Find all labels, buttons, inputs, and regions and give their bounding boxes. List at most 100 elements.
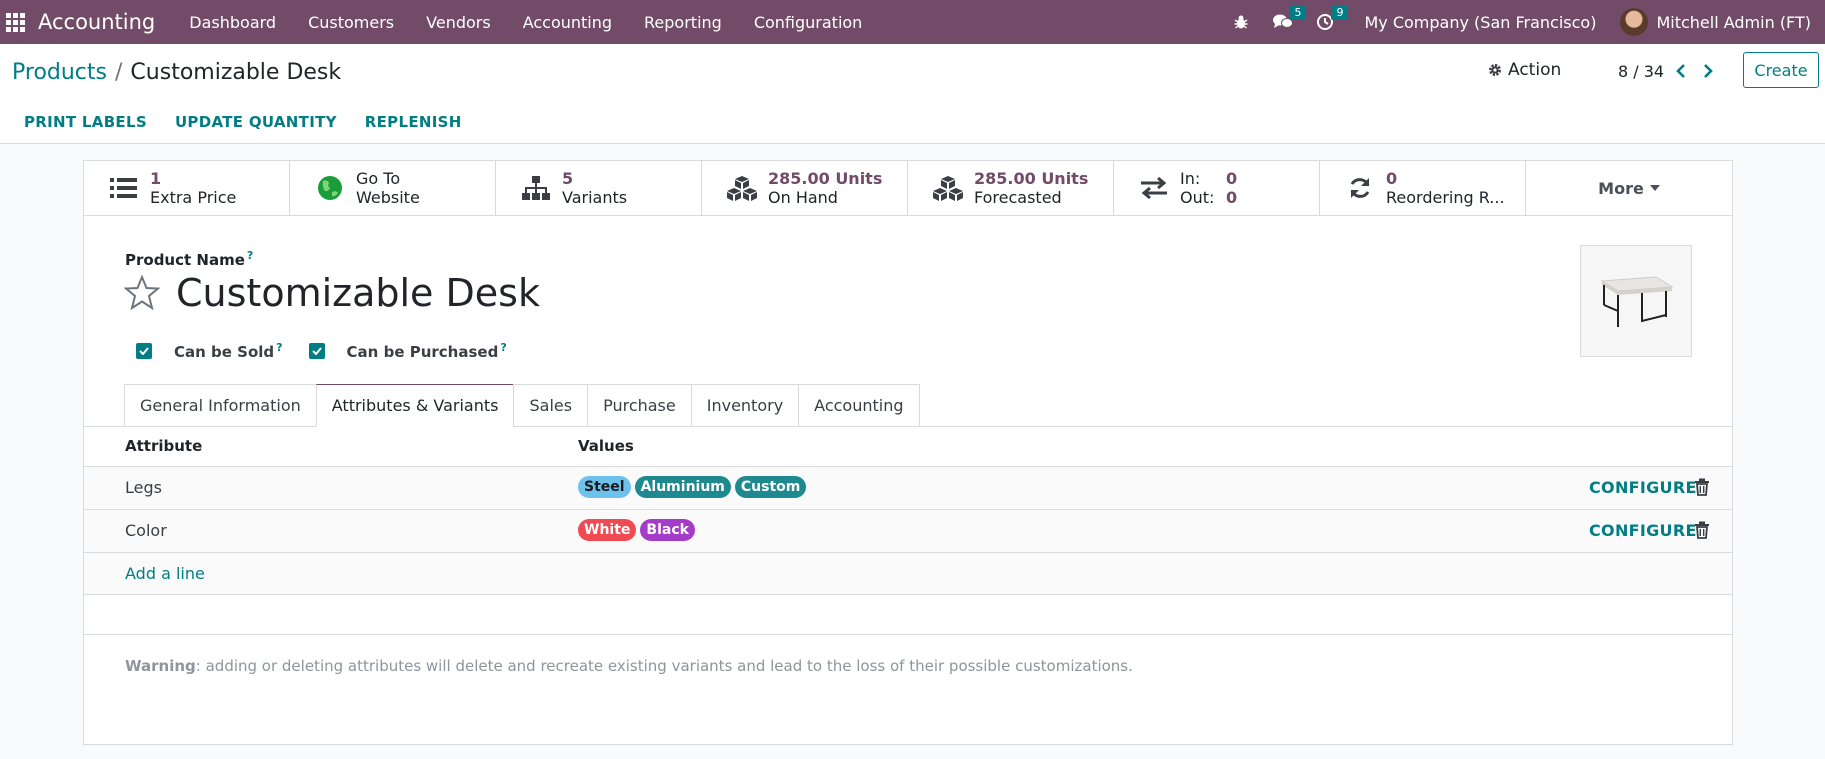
messages-badge: 5 bbox=[1289, 5, 1307, 20]
user-avatar[interactable] bbox=[1620, 8, 1649, 36]
desk-image-icon bbox=[1600, 276, 1674, 327]
favorite-star-icon[interactable] bbox=[124, 275, 160, 311]
record-toolbar: PRINT LABELS UPDATE QUANTITY REPLENISH bbox=[0, 100, 476, 144]
column-values[interactable]: Values bbox=[578, 437, 634, 455]
update-quantity-button[interactable]: UPDATE QUANTITY bbox=[161, 113, 351, 131]
app-brand[interactable]: Accounting bbox=[38, 10, 155, 34]
form-sheet: 1 Extra Price Go To Website 5 Variants 2… bbox=[83, 160, 1733, 745]
website-line2: Website bbox=[356, 188, 420, 207]
pager-previous-button[interactable] bbox=[1671, 60, 1691, 82]
extra-price-button[interactable]: 1 Extra Price bbox=[84, 161, 290, 215]
in-value: 0 bbox=[1226, 169, 1238, 188]
activities-badge: 9 bbox=[1331, 5, 1349, 20]
in-out-button[interactable]: In: 0 Out: 0 bbox=[1114, 161, 1320, 215]
can-be-purchased-checkbox[interactable] bbox=[308, 343, 325, 359]
can-be-sold-checkbox[interactable] bbox=[136, 343, 152, 359]
print-labels-button[interactable]: PRINT LABELS bbox=[10, 113, 161, 131]
can-be-sold-text: Can be Sold bbox=[174, 343, 275, 361]
notebook-tabs: General Information Attributes & Variant… bbox=[124, 384, 920, 427]
attribute-values: White Black bbox=[578, 519, 695, 541]
menu-dashboard[interactable]: Dashboard bbox=[173, 0, 292, 44]
trash-icon[interactable] bbox=[1694, 478, 1710, 496]
product-name-input[interactable]: Customizable Desk bbox=[176, 271, 540, 315]
chevron-left-icon bbox=[1676, 64, 1685, 78]
can-be-sold-label: Can be Sold? bbox=[174, 341, 283, 361]
variants-warning: Warning: adding or deleting attributes w… bbox=[125, 657, 1133, 675]
activities-clock-icon[interactable]: 9 bbox=[1308, 0, 1349, 44]
user-menu[interactable]: Mitchell Admin (FT) bbox=[1656, 13, 1811, 32]
cubes-forecast-icon bbox=[932, 172, 964, 204]
product-name-label-text: Product Name bbox=[125, 251, 245, 269]
reordering-label: Reordering R... bbox=[1386, 188, 1505, 207]
company-switcher[interactable]: My Company (San Francisco) bbox=[1364, 13, 1596, 32]
forecasted-label: Forecasted bbox=[974, 188, 1062, 207]
website-line1: Go To bbox=[356, 169, 401, 188]
more-button[interactable]: More bbox=[1526, 161, 1732, 215]
tab-attributes-variants[interactable]: Attributes & Variants bbox=[315, 384, 514, 427]
apps-menu-icon[interactable] bbox=[0, 0, 30, 44]
product-image[interactable] bbox=[1580, 245, 1692, 357]
replenish-button[interactable]: REPLENISH bbox=[351, 113, 476, 131]
tab-purchase[interactable]: Purchase bbox=[587, 384, 691, 427]
on-hand-button[interactable]: 285.00 Units On Hand bbox=[702, 161, 908, 215]
attribute-values: Steel Aluminium Custom bbox=[578, 476, 807, 498]
list-icon bbox=[108, 172, 140, 204]
reordering-rules-button[interactable]: 0 Reordering R... bbox=[1320, 161, 1526, 215]
forecasted-value: 285.00 Units bbox=[974, 169, 1089, 188]
value-tag: Black bbox=[640, 519, 695, 541]
menu-accounting[interactable]: Accounting bbox=[507, 0, 628, 44]
can-be-sold-help[interactable]: ? bbox=[276, 341, 282, 354]
chevron-right-icon bbox=[1704, 64, 1713, 78]
value-tag: White bbox=[578, 519, 637, 541]
more-label: More bbox=[1598, 178, 1644, 198]
menu-reporting[interactable]: Reporting bbox=[628, 0, 738, 44]
can-be-purchased-label: Can be Purchased? bbox=[347, 341, 507, 361]
debug-bug-icon[interactable] bbox=[1224, 0, 1258, 44]
pager-value[interactable]: 8 / 34 bbox=[1618, 62, 1664, 81]
configure-button[interactable]: CONFIGURE bbox=[1589, 521, 1697, 540]
product-name-label: Product Name? bbox=[125, 249, 253, 269]
out-value: 0 bbox=[1226, 188, 1238, 207]
extra-price-label: Extra Price bbox=[150, 188, 237, 207]
warning-title: Warning bbox=[125, 657, 196, 675]
sitemap-icon bbox=[520, 172, 552, 204]
pager-next-button[interactable] bbox=[1698, 60, 1718, 82]
configure-button[interactable]: CONFIGURE bbox=[1589, 478, 1697, 497]
trash-icon[interactable] bbox=[1694, 521, 1710, 539]
variants-button[interactable]: 5 Variants bbox=[496, 161, 702, 215]
table-row[interactable]: Legs Steel Aluminium Custom CONFIGURE bbox=[84, 467, 1732, 510]
add-line-link[interactable]: Add a line bbox=[125, 564, 205, 583]
tab-inventory[interactable]: Inventory bbox=[690, 384, 799, 427]
breadcrumb-products-link[interactable]: Products bbox=[12, 60, 107, 85]
checkmark-icon bbox=[311, 347, 322, 355]
menu-configuration[interactable]: Configuration bbox=[738, 0, 879, 44]
table-row[interactable]: Color White Black CONFIGURE bbox=[84, 510, 1732, 553]
menu-customers[interactable]: Customers bbox=[292, 0, 410, 44]
add-line-row: Add a line bbox=[84, 553, 1732, 595]
variants-label: Variants bbox=[562, 188, 628, 207]
product-name-help[interactable]: ? bbox=[247, 249, 253, 262]
column-attribute[interactable]: Attribute bbox=[125, 437, 202, 455]
attribute-name: Color bbox=[125, 521, 167, 540]
breadcrumb-separator: / bbox=[115, 60, 123, 85]
smart-buttons-bar: 1 Extra Price Go To Website 5 Variants 2… bbox=[84, 161, 1732, 216]
tab-general-information[interactable]: General Information bbox=[124, 384, 316, 427]
create-button[interactable]: Create bbox=[1743, 52, 1819, 88]
in-label: In: bbox=[1180, 169, 1201, 188]
tab-sales[interactable]: Sales bbox=[513, 384, 588, 427]
can-be-purchased-help[interactable]: ? bbox=[500, 341, 506, 354]
value-tag: Custom bbox=[734, 476, 807, 498]
messages-chat-icon[interactable]: 5 bbox=[1266, 0, 1307, 44]
attributes-table-header: Attribute Values bbox=[84, 427, 1732, 467]
warning-text: : adding or deleting attributes will del… bbox=[195, 657, 1133, 675]
checkmark-icon bbox=[139, 347, 149, 355]
empty-table-row bbox=[84, 595, 1732, 635]
reordering-value: 0 bbox=[1386, 169, 1398, 188]
action-label: Action bbox=[1508, 60, 1562, 80]
menu-vendors[interactable]: Vendors bbox=[410, 0, 507, 44]
forecasted-button[interactable]: 285.00 Units Forecasted bbox=[908, 161, 1114, 215]
go-to-website-button[interactable]: Go To Website bbox=[290, 161, 496, 215]
tab-accounting[interactable]: Accounting bbox=[798, 384, 920, 427]
cubes-icon bbox=[726, 172, 758, 204]
action-menu-button[interactable]: Action bbox=[1488, 60, 1561, 80]
